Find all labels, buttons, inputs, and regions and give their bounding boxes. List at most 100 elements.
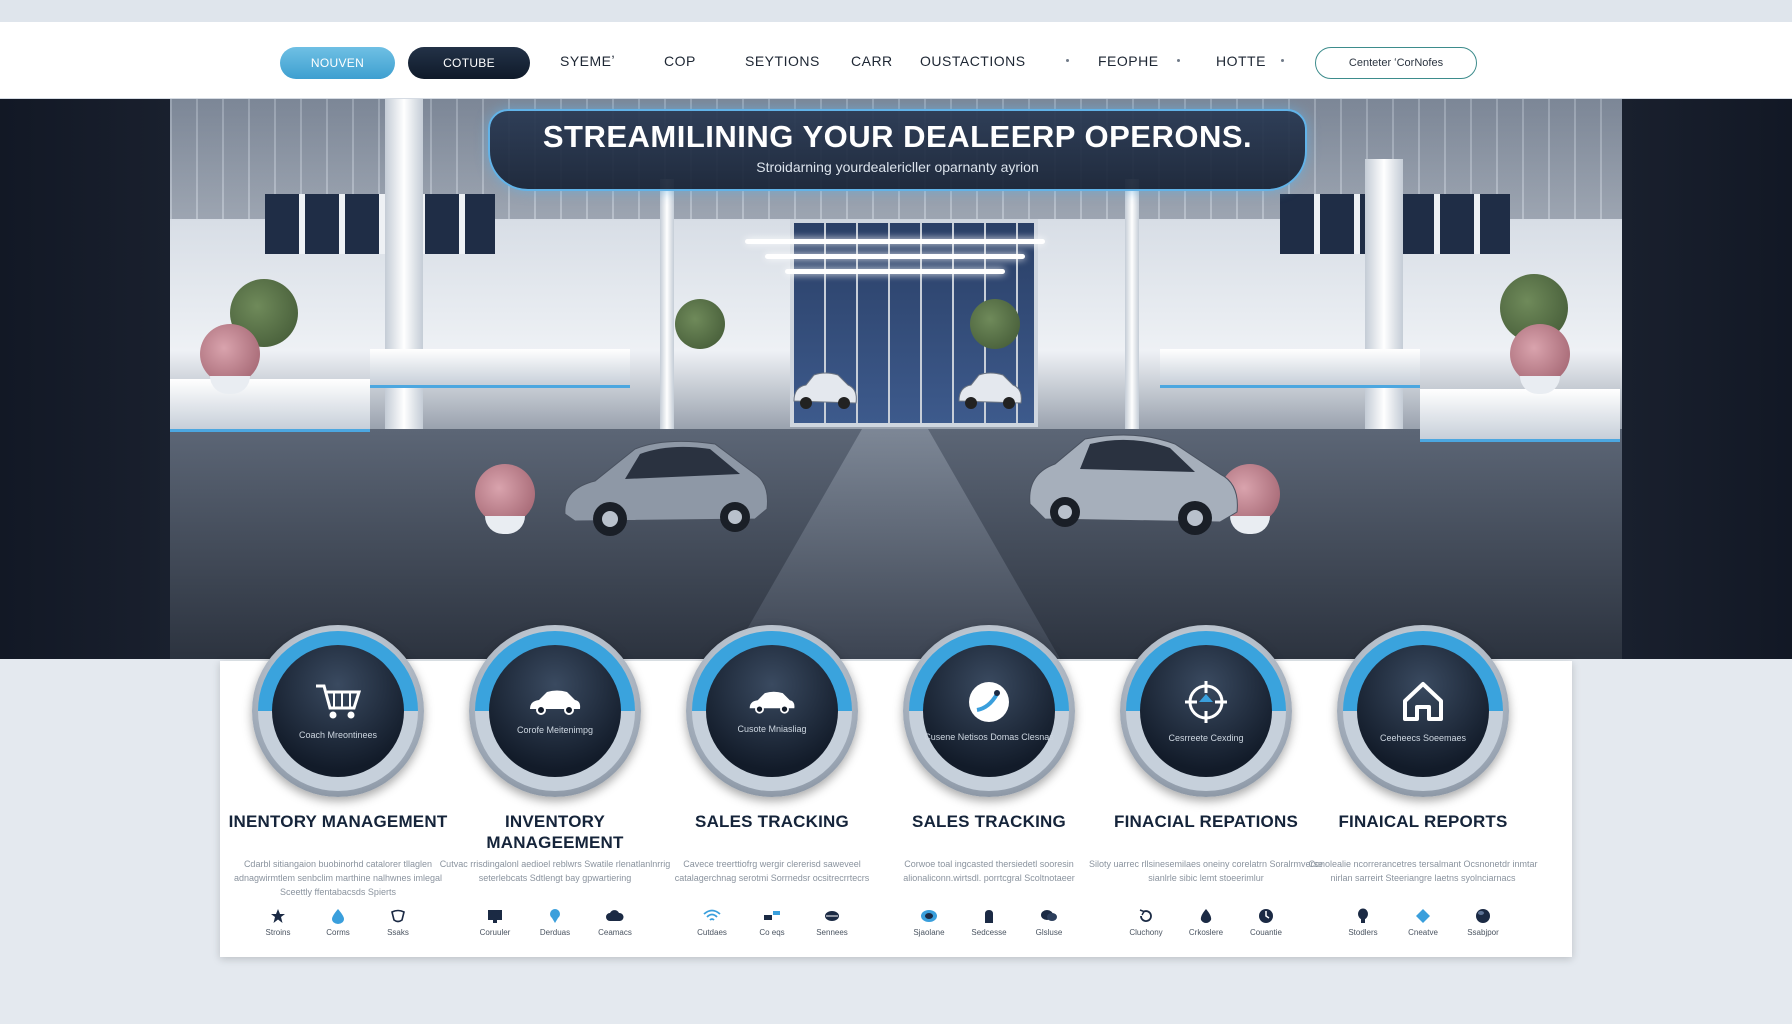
disc-caption: Coach Mreontinees — [298, 729, 378, 740]
mini-item[interactable]: Crkoslere — [1186, 908, 1226, 937]
hero-banner: STREAMILINING YOUR DEALEERP OPERONS. Str… — [488, 109, 1307, 191]
mini-item[interactable]: Sedcesse — [969, 908, 1009, 937]
shopping-cart-icon — [316, 684, 362, 718]
feature-title: INVENTORY MANAGEEMENT — [486, 812, 624, 852]
mini-item[interactable]: Couantie — [1246, 908, 1286, 937]
flame-icon — [1200, 909, 1212, 923]
mini-item[interactable]: Cutdaes — [692, 908, 732, 937]
mini-label: Ceamacs — [598, 928, 632, 937]
mini-item[interactable]: Sjaolane — [909, 908, 949, 937]
disc-caption: Ceeheecs Soeemaes — [1379, 732, 1467, 743]
feature-description: Cutvac rrisdingalonl aedioel reblwrs Swa… — [439, 859, 671, 883]
flower-planter — [200, 324, 260, 394]
feature-disc: Cusote Mniasliag — [706, 645, 838, 777]
ceiling-light — [765, 254, 1025, 259]
mini-icon-row: Cutdaes Co eqs Sennees — [654, 908, 890, 937]
nav-link-6[interactable]: FEOPHE — [1098, 53, 1159, 69]
mini-label: Stroins — [265, 928, 291, 937]
nav-link-5[interactable]: OUSTACTIONS — [920, 53, 1026, 69]
office-desk — [370, 349, 630, 388]
mini-label: Cneatve — [1408, 928, 1438, 937]
nav-link-1[interactable]: SYEMEʼ — [560, 53, 615, 69]
nav-link-2[interactable]: COP — [664, 53, 696, 69]
disc-caption: Cusote Mniasliag — [737, 723, 807, 734]
feature-disc: Coach Mreontinees — [272, 645, 404, 777]
feature-disc: Corofe Meitenimpg — [489, 645, 621, 777]
hero-subtitle: Stroidarning yourdealericller oparnanty … — [756, 159, 1039, 175]
features-panel: Coach Mreontinees INENTORY MANAGEMENT Cd… — [220, 625, 1572, 957]
mini-item[interactable]: Cluchony — [1126, 908, 1166, 937]
nav-link-7[interactable]: HOTTE — [1216, 53, 1266, 69]
diamond-icon — [1416, 909, 1430, 923]
nav-separator — [1177, 59, 1180, 62]
feature-title: SALES TRACKING — [912, 812, 1066, 831]
mini-icon-row: Cluchony Crkoslere Couantie — [1088, 908, 1324, 937]
cars-icon — [764, 911, 780, 920]
feature-title: FINACIAL REPATIONS — [1114, 812, 1298, 831]
mini-item[interactable]: Ceamacs — [595, 908, 635, 937]
mini-item[interactable]: Cneatve — [1403, 908, 1443, 937]
mini-label: Derduas — [539, 928, 571, 937]
mini-label: Sennees — [816, 928, 848, 937]
nav-separator — [1281, 59, 1284, 62]
sphere-icon — [1476, 909, 1490, 923]
upper-window-left — [265, 194, 495, 254]
car-icon — [749, 691, 795, 714]
star-icon — [271, 909, 285, 923]
nav-pill-primary[interactable]: NOUVEN — [280, 47, 395, 79]
feature-disc: Cusene Netisos Domas Clesnas — [923, 645, 1055, 777]
nav-pill-secondary[interactable]: COTUBE — [408, 47, 530, 79]
mini-item[interactable]: Ssabjpor — [1463, 908, 1503, 937]
hero-title: STREAMILINING YOUR DEALEERP OPERONS. — [542, 119, 1253, 154]
tree — [970, 299, 1020, 349]
white-car — [958, 372, 1022, 409]
feature-description: Siloty uarrec rllsinesemilaes oneiny cor… — [1088, 859, 1324, 883]
drop-icon — [332, 909, 344, 924]
feature-ring: Cusote Mniasliag — [686, 625, 858, 797]
mini-label: Stodlers — [1348, 928, 1378, 937]
mini-item[interactable]: Derduas — [535, 908, 575, 937]
mini-item[interactable]: Coruuler — [475, 908, 515, 937]
mini-label: Ssabjpor — [1467, 928, 1499, 937]
car-icon — [530, 690, 581, 715]
pillar — [1125, 179, 1139, 429]
clock-icon — [1259, 909, 1273, 923]
crosshair-icon — [1185, 680, 1227, 723]
mini-label: Sedcesse — [971, 928, 1007, 937]
pillar — [385, 99, 423, 459]
nav-link-4[interactable]: CARR — [851, 53, 893, 69]
mini-label: Cutdaes — [697, 928, 727, 937]
refresh-icon — [1139, 909, 1152, 922]
mini-item[interactable]: Ssaks — [378, 908, 418, 937]
mini-item[interactable]: Stroins — [258, 908, 298, 937]
nav-link-3[interactable]: SEYTIONS — [745, 53, 820, 69]
mini-item[interactable]: Corms — [318, 908, 358, 937]
hand-icon — [985, 910, 993, 923]
shield-icon — [391, 909, 405, 923]
contact-button[interactable]: Centeter ʻCorNofes — [1315, 47, 1477, 79]
mini-item[interactable]: Co eqs — [752, 908, 792, 937]
mini-item[interactable]: Stodlers — [1343, 908, 1383, 937]
mini-icon-row: Stodlers Cneatve Ssabjpor — [1305, 908, 1541, 937]
feature-disc: Cesrreete Cexding — [1140, 645, 1272, 777]
bulb-icon — [1358, 908, 1368, 923]
mini-label: Corms — [326, 928, 350, 937]
feature-ring: Corofe Meitenimpg — [469, 625, 641, 797]
feature-description: Corwoe toal ingcasted thersiedetl soores… — [903, 859, 1075, 883]
mini-label: Crkoslere — [1188, 928, 1224, 937]
mini-label: Couantie — [1249, 928, 1283, 937]
disc-caption: Cusene Netisos Domas Clesnas — [924, 731, 1054, 742]
feature-description: Conolealie ncorrerancetres tersalmant Oc… — [1308, 859, 1538, 883]
mini-item[interactable]: Glsluse — [1029, 908, 1069, 937]
reception-counter — [1420, 389, 1620, 442]
mini-icon-row: Coruuler Derduas Ceamacs — [437, 908, 673, 937]
hero-section: STREAMILINING YOUR DEALEERP OPERONS. Str… — [0, 99, 1792, 659]
feature-title: INENTORY MANAGEMENT — [228, 812, 448, 831]
feature-title: SALES TRACKING — [695, 812, 849, 831]
mini-item[interactable]: Sennees — [812, 908, 852, 937]
feature-description: Cavece treerttiofrg wergir clererisd saw… — [674, 859, 870, 883]
feature-ring: Ceeheecs Soeemaes — [1337, 625, 1509, 797]
mini-label: Glsluse — [1035, 928, 1063, 937]
globe-icon — [825, 911, 839, 921]
reception-counter — [170, 379, 370, 432]
